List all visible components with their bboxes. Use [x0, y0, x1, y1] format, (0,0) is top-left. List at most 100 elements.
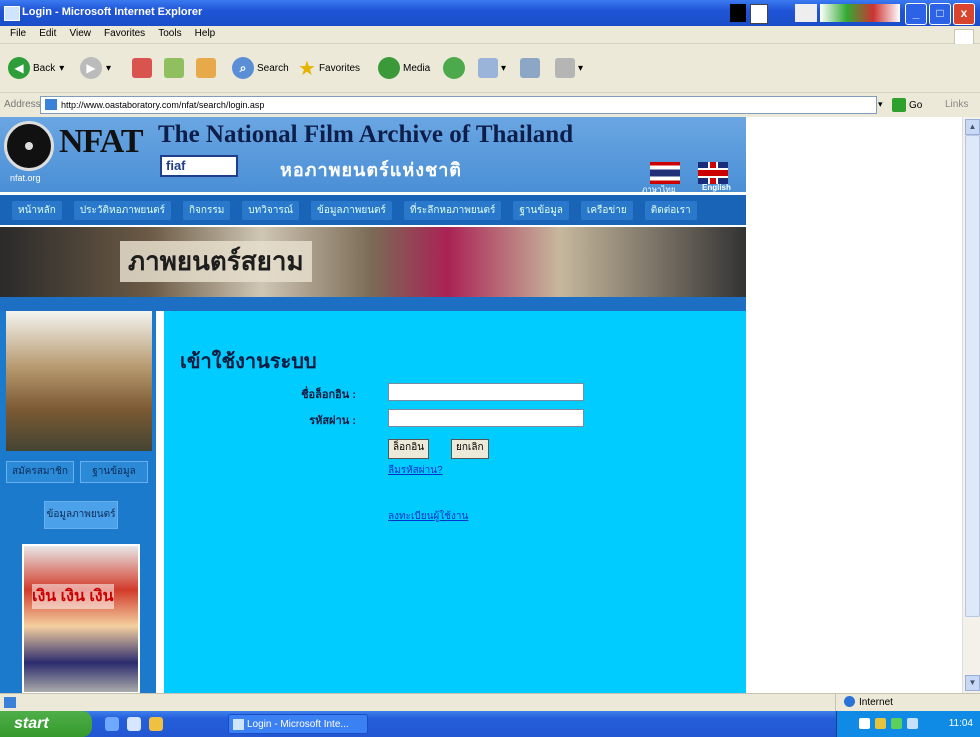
logo-org: nfat.org: [10, 173, 41, 183]
nav-reviews[interactable]: บทวิจารณ์: [242, 200, 299, 220]
menu-edit[interactable]: Edit: [39, 28, 56, 39]
go-button[interactable]: Go: [892, 96, 932, 114]
star-icon: ★: [298, 57, 316, 80]
window-title: Login - Microsoft Internet Explorer: [22, 6, 203, 18]
toolbar-tool-icon[interactable]: [820, 4, 900, 22]
favorites-button[interactable]: ★ Favorites: [298, 54, 360, 82]
hero-title: ภาพยนตร์สยาม: [120, 241, 312, 282]
windows-logo-icon: [954, 29, 974, 45]
reset-button[interactable]: ยกเลิก: [451, 439, 489, 459]
column-divider: [156, 311, 164, 693]
username-input[interactable]: [388, 383, 584, 401]
ie-icon: [4, 6, 20, 21]
database-button[interactable]: ฐานข้อมูล: [80, 461, 148, 483]
taskbar-ie-window[interactable]: Login - Microsoft Inte...: [228, 714, 368, 734]
menu-help[interactable]: Help: [195, 28, 216, 39]
lang-english-link[interactable]: English: [702, 183, 731, 192]
history-button[interactable]: [443, 54, 465, 82]
refresh-button[interactable]: [164, 54, 184, 82]
toolbar-tool-icon[interactable]: [795, 4, 817, 22]
chevron-down-icon: ▾: [501, 62, 507, 74]
page-viewport: NFAT nfat.org The National Film Archive …: [0, 117, 962, 693]
security-zone: Internet: [835, 694, 893, 712]
media-button[interactable]: Media: [378, 54, 430, 82]
history-icon: [443, 57, 465, 79]
nav-home[interactable]: หน้าหลัก: [12, 200, 62, 220]
mail-button[interactable]: ▾: [478, 54, 506, 82]
edit-button[interactable]: ▾: [555, 54, 583, 82]
ie-quicklaunch-icon[interactable]: [105, 717, 119, 731]
address-input[interactable]: http://www.oastaboratory.com/nfat/search…: [40, 96, 877, 114]
back-button[interactable]: ◀ Back ▾: [8, 54, 64, 82]
login-panel: เข้าใช้งานระบบ ชื่อล็อกอิน : รหัสผ่าน : …: [164, 311, 746, 693]
chevron-down-icon: ▾: [59, 62, 65, 74]
password-label: รหัสผ่าน :: [309, 415, 356, 427]
menu-favorites[interactable]: Favorites: [104, 28, 145, 39]
standard-toolbar: ◀ Back ▾ ▶ ▾ ⌕ Search ★ Favorites Media …: [0, 44, 980, 92]
language-icon[interactable]: [859, 718, 870, 729]
site-banner: NFAT nfat.org The National Film Archive …: [0, 117, 746, 194]
poster-title: เงิน เงิน เงิน: [32, 584, 114, 609]
search-icon: ⌕: [232, 57, 254, 79]
home-button[interactable]: [196, 54, 216, 82]
register-member-button[interactable]: สมัครสมาชิก: [6, 461, 74, 483]
scrollbar-thumb[interactable]: [965, 135, 980, 617]
nfat-logo[interactable]: NFAT nfat.org: [4, 121, 144, 183]
tray-icon[interactable]: [875, 718, 886, 729]
start-button[interactable]: start: [0, 711, 92, 737]
login-button[interactable]: ล็อกอิน: [388, 439, 430, 459]
address-dropdown-icon[interactable]: ▾: [878, 99, 883, 110]
back-arrow-icon: ◀: [8, 57, 30, 79]
system-tray: 11:04: [836, 711, 980, 737]
register-user-link[interactable]: ลงทะเบียนผู้ใช้งาน: [388, 509, 468, 524]
login-heading: เข้าใช้งานระบบ: [180, 351, 317, 373]
refresh-icon: [164, 58, 184, 78]
fiaf-logo[interactable]: fiaf: [160, 155, 238, 177]
chevron-down-icon: ▾: [106, 62, 112, 74]
links-button[interactable]: Links: [945, 99, 968, 110]
window-title-bar: Login - Microsoft Internet Explorer _ □ …: [0, 0, 980, 26]
film-data-button[interactable]: ข้อมูลภาพยนตร์: [44, 501, 118, 529]
thai-flag-icon[interactable]: [650, 162, 680, 184]
ie-icon: [233, 719, 244, 730]
website: NFAT nfat.org The National Film Archive …: [0, 117, 746, 693]
nav-history[interactable]: ประวัติหอภาพยนตร์: [73, 200, 171, 220]
nav-database[interactable]: ฐานข้อมูล: [513, 200, 569, 220]
maximize-button[interactable]: □: [929, 3, 951, 25]
forgot-password-link[interactable]: ลืมรหัสผ่าน?: [388, 463, 443, 478]
hero-banner-image: ภาพยนตร์สยาม: [0, 227, 746, 297]
stop-button[interactable]: [132, 54, 152, 82]
vertical-scrollbar[interactable]: ▲ ▼: [962, 117, 980, 693]
menu-tools[interactable]: Tools: [158, 28, 181, 39]
tray-icon[interactable]: [891, 718, 902, 729]
forward-button[interactable]: ▶ ▾: [80, 54, 111, 82]
chevron-down-icon: ▾: [578, 62, 584, 74]
menu-view[interactable]: View: [69, 28, 91, 39]
media-quicklaunch-icon[interactable]: [127, 717, 141, 731]
nav-activities[interactable]: กิจกรรม: [182, 200, 231, 220]
page-done-icon: [4, 697, 16, 708]
scroll-up-icon[interactable]: ▲: [965, 119, 980, 135]
nav-souvenirs[interactable]: ที่ระลึกหอภาพยนตร์: [403, 200, 502, 220]
scroll-down-icon[interactable]: ▼: [965, 675, 980, 691]
close-button[interactable]: x: [953, 3, 975, 25]
uk-flag-icon[interactable]: [698, 162, 728, 184]
taskbar: start Login - Microsoft Inte... 11:04: [0, 711, 980, 737]
toolbar-tool-icon[interactable]: [730, 4, 746, 22]
film-reels-photo: [6, 311, 152, 451]
print-button[interactable]: [520, 54, 540, 82]
mail-icon: [478, 58, 498, 78]
nav-film-data[interactable]: ข้อมูลภาพยนตร์: [310, 200, 392, 220]
volume-icon[interactable]: [907, 718, 918, 729]
nav-contact[interactable]: ติดต่อเรา: [644, 200, 697, 220]
status-bar: Internet: [0, 693, 980, 712]
nav-network[interactable]: เครือข่าย: [580, 200, 633, 220]
password-input[interactable]: [388, 409, 584, 427]
search-button[interactable]: ⌕ Search: [232, 54, 289, 82]
desktop-quicklaunch-icon[interactable]: [149, 717, 163, 731]
menu-file[interactable]: File: [10, 28, 26, 39]
toolbar-tool-icon[interactable]: [750, 4, 768, 24]
minimize-button[interactable]: _: [905, 3, 927, 25]
movie-poster-image[interactable]: เงิน เงิน เงิน: [22, 544, 140, 693]
site-nav: หน้าหลัก ประวัติหอภาพยนตร์ กิจกรรม บทวิจ…: [0, 195, 746, 225]
